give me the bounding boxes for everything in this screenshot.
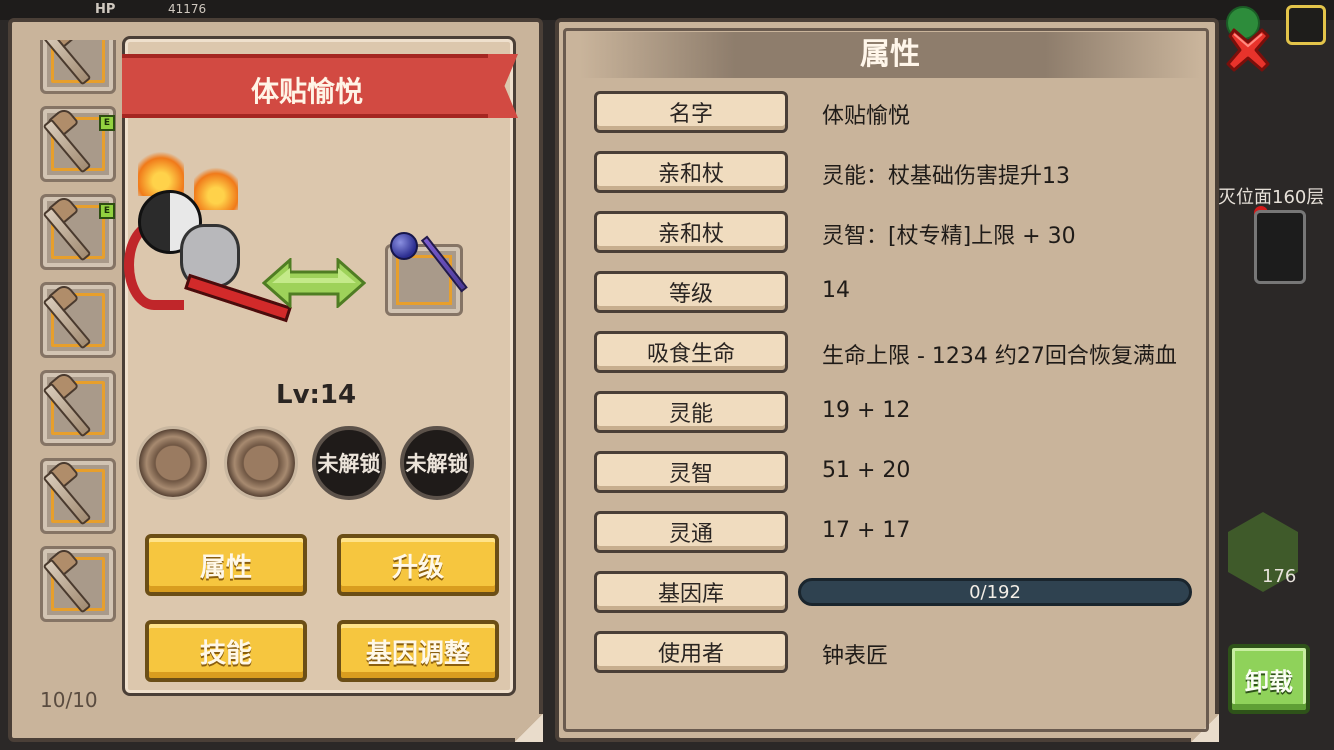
attr-value-affinity-2: 灵智：[杖专精]上限 + 30 bbox=[822, 224, 1076, 249]
attr-label-name: 名字 bbox=[594, 91, 788, 133]
fire-icon bbox=[138, 146, 184, 196]
equipped-tag: E bbox=[99, 115, 115, 131]
attr-label-gene-bank: 基因库 bbox=[594, 571, 788, 613]
item-name: 体贴愉悦 bbox=[250, 75, 363, 108]
equipment-slot[interactable] bbox=[40, 545, 116, 622]
gene-adjust-button[interactable]: 基因调整 bbox=[337, 620, 499, 682]
skills-button[interactable]: 技能 bbox=[145, 620, 307, 682]
attr-label-psionic: 灵能 bbox=[594, 391, 788, 433]
attr-value-affinity-1: 灵能：杖基础伤害提升13 bbox=[822, 164, 1070, 189]
equipment-slot-list[interactable]: E E bbox=[36, 40, 120, 660]
item-name-ribbon: 体贴愉悦 bbox=[122, 54, 492, 118]
gem-socket-locked[interactable]: 未解锁 bbox=[312, 426, 386, 500]
attr-value-wisdom: 51 + 20 bbox=[822, 458, 911, 483]
phone-icon[interactable] bbox=[1254, 210, 1306, 284]
item-level: Lv:14 bbox=[276, 380, 357, 410]
attributes-button[interactable]: 属性 bbox=[145, 534, 307, 596]
attr-label-lifesteal: 吸食生命 bbox=[594, 331, 788, 373]
fire-icon bbox=[194, 162, 238, 210]
attr-value-level: 14 bbox=[822, 278, 850, 303]
attr-label-spirit: 灵通 bbox=[594, 511, 788, 553]
close-icon[interactable] bbox=[1222, 24, 1274, 76]
gem-socket-empty[interactable] bbox=[136, 426, 210, 500]
attr-label-user: 使用者 bbox=[594, 631, 788, 673]
hp-value: 41176 bbox=[168, 2, 207, 16]
attr-value-spirit: 17 + 17 bbox=[822, 518, 911, 543]
equipment-slot[interactable]: E bbox=[40, 193, 116, 270]
attr-value-user: 钟表匠 bbox=[822, 644, 889, 669]
orb-icon bbox=[390, 232, 418, 260]
unload-button[interactable]: 卸载 bbox=[1228, 644, 1310, 714]
equipment-slot[interactable] bbox=[40, 40, 116, 94]
swap-arrows-icon[interactable] bbox=[261, 256, 367, 310]
exit-icon[interactable] bbox=[1286, 5, 1326, 45]
equipment-slot[interactable] bbox=[40, 369, 116, 446]
hp-label: HP bbox=[95, 2, 116, 17]
gem-socket-empty[interactable] bbox=[224, 426, 298, 500]
floor-text: 灭位面160层 bbox=[1218, 187, 1325, 208]
attr-value-name: 体贴愉悦 bbox=[822, 104, 911, 129]
gene-bank-progress: 0/192 bbox=[798, 578, 1192, 606]
attributes-frame bbox=[563, 28, 1209, 732]
equipment-slot[interactable] bbox=[40, 457, 116, 534]
attr-label-affinity-1: 亲和杖 bbox=[594, 151, 788, 193]
attr-label-level: 等级 bbox=[594, 271, 788, 313]
gem-socket-locked[interactable]: 未解锁 bbox=[400, 426, 474, 500]
slot-count-text: 10/10 bbox=[40, 688, 98, 712]
attr-label-affinity-2: 亲和杖 bbox=[594, 211, 788, 253]
item-count-badge: 176 bbox=[1262, 566, 1297, 587]
equipment-slot[interactable]: E bbox=[40, 105, 116, 182]
equipped-tag: E bbox=[99, 203, 115, 219]
attr-value-psionic: 19 + 12 bbox=[822, 398, 911, 423]
attr-label-wisdom: 灵智 bbox=[594, 451, 788, 493]
item-detail-card bbox=[122, 36, 516, 696]
gene-bank-text: 0/192 bbox=[969, 582, 1021, 603]
attributes-title: 属性 bbox=[580, 32, 1200, 78]
equipment-slot[interactable] bbox=[40, 281, 116, 358]
upgrade-button[interactable]: 升级 bbox=[337, 534, 499, 596]
attr-value-lifesteal: 生命上限 - 1234 约27回合恢复满血 bbox=[822, 344, 1177, 369]
